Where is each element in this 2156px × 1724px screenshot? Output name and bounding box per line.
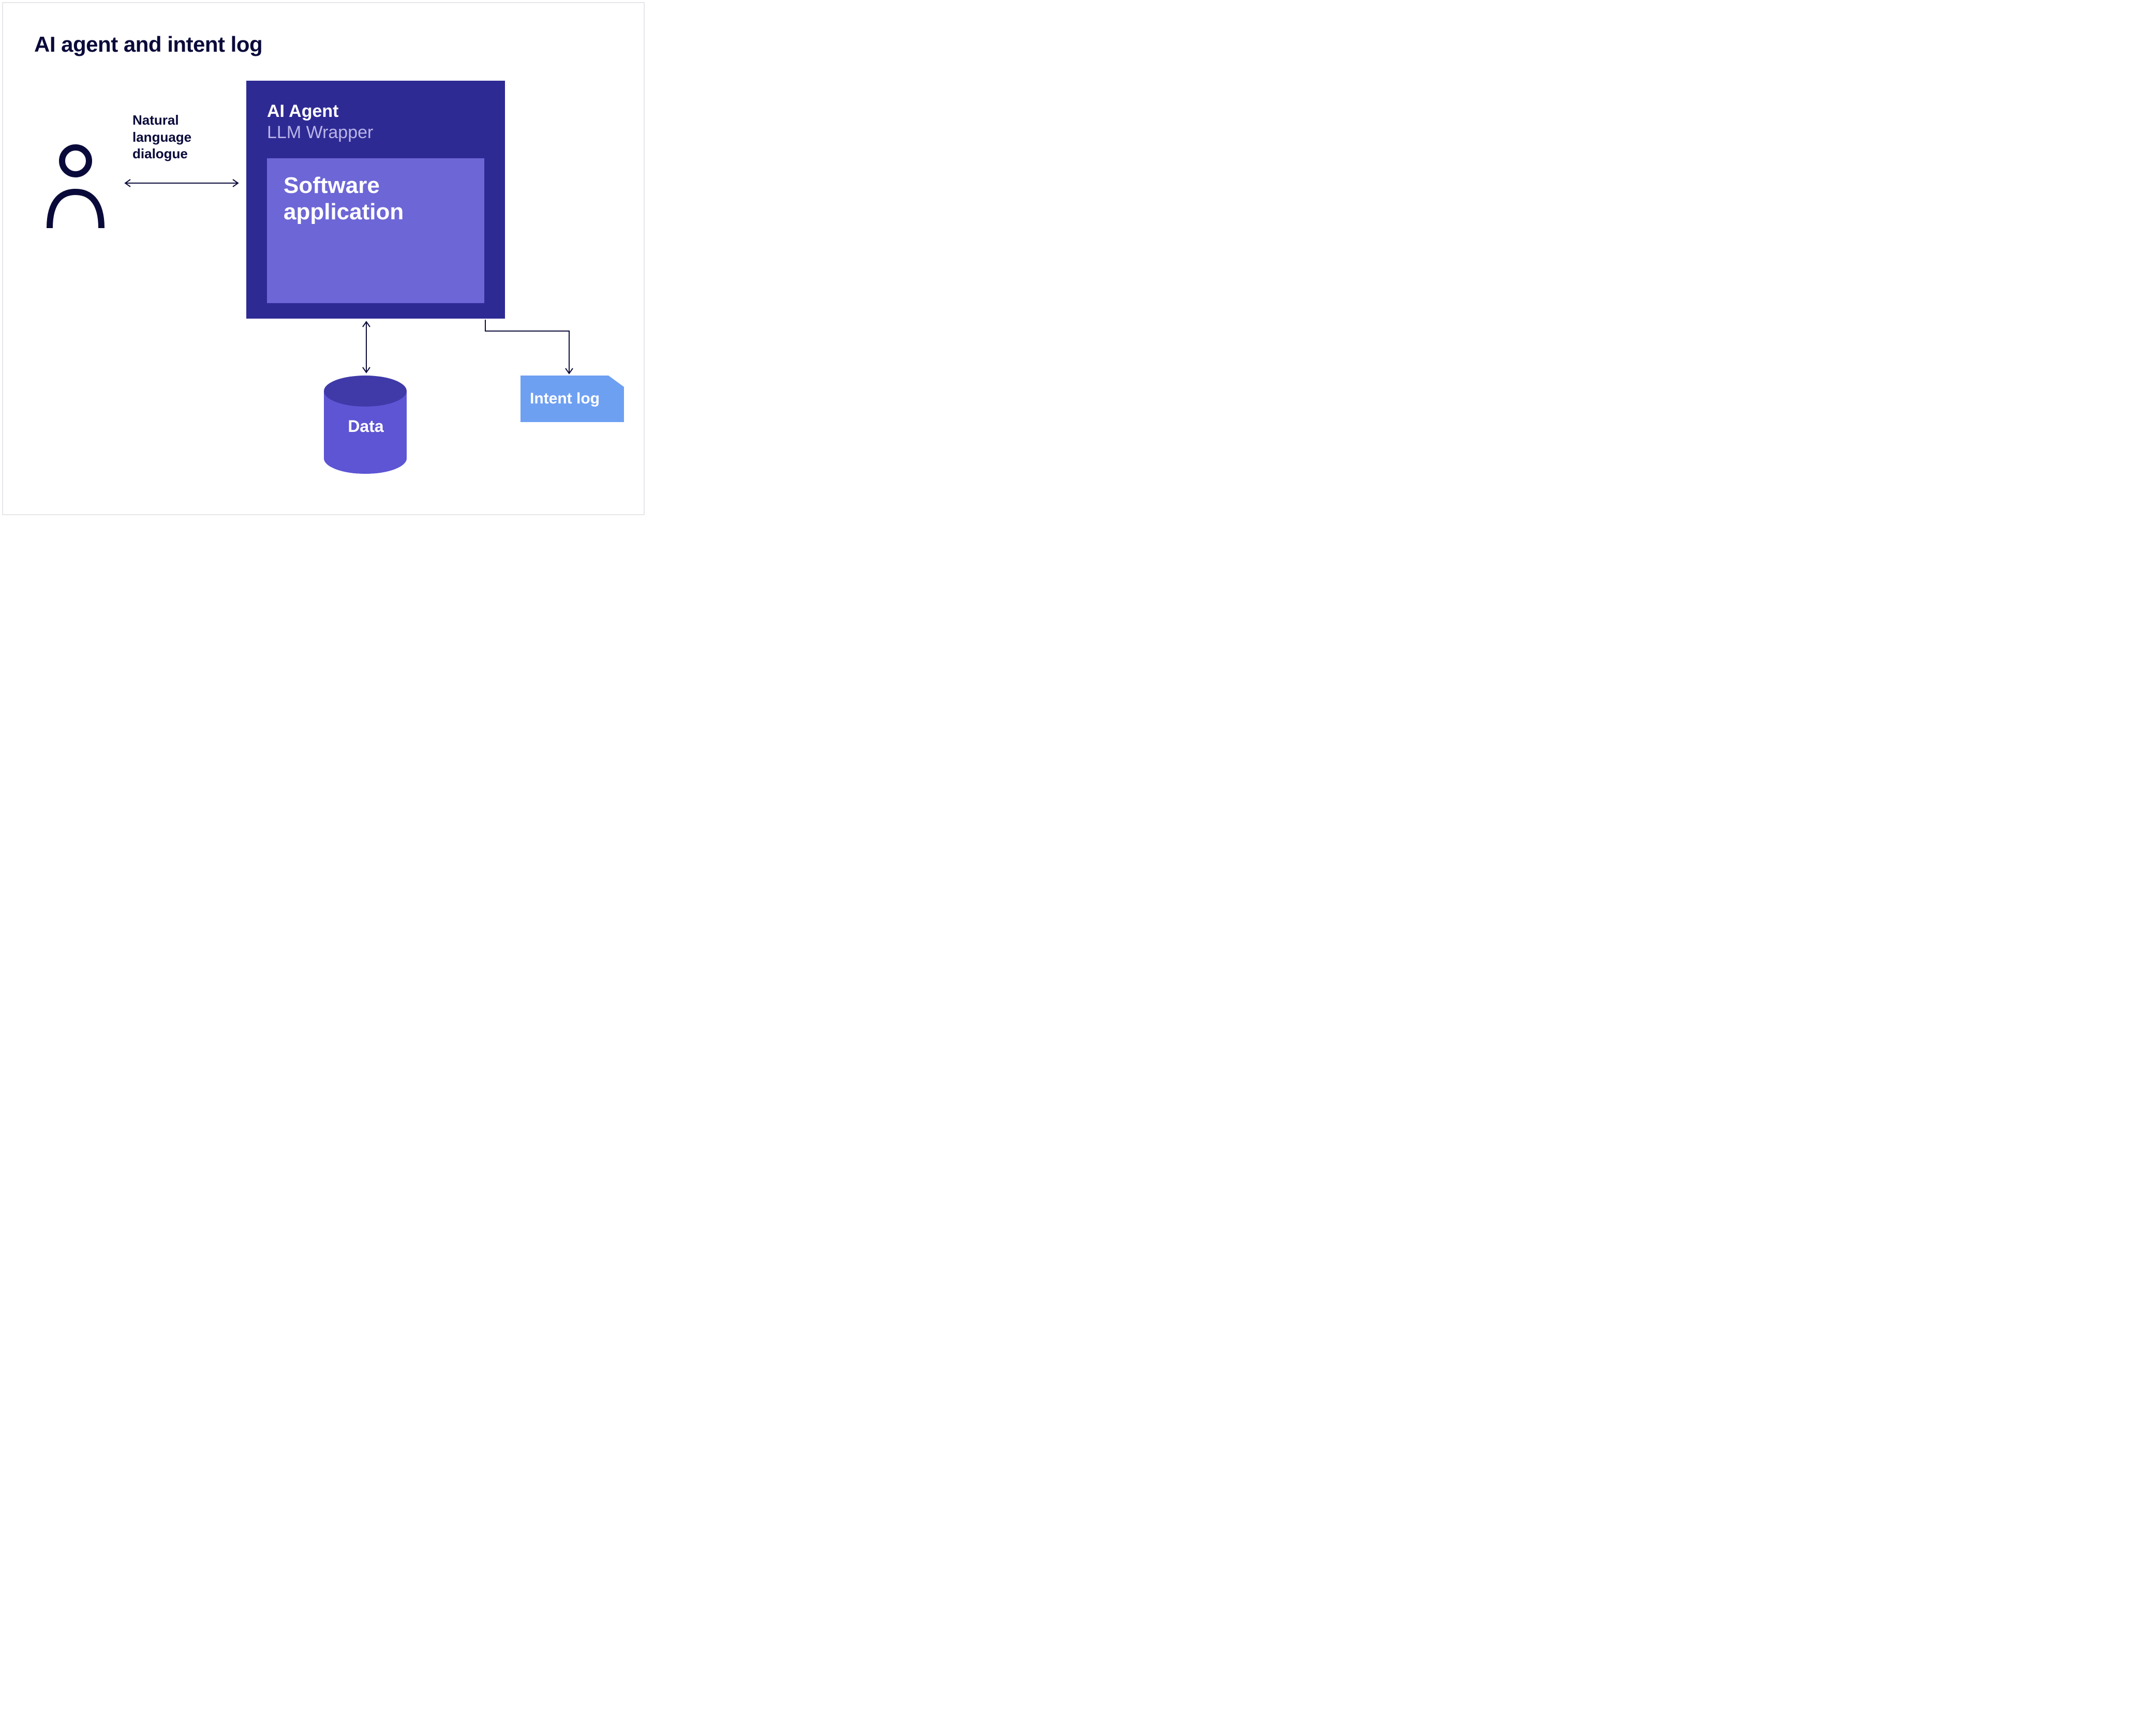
- dialogue-label: Natural language dialogue: [132, 112, 191, 162]
- dialogue-arrow: [122, 178, 241, 188]
- software-application-label: Software application: [284, 173, 468, 225]
- software-line2: application: [284, 199, 404, 224]
- ai-agent-title: AI Agent: [267, 101, 484, 122]
- intent-arrow: [484, 319, 577, 381]
- ai-agent-subtitle: LLM Wrapper: [267, 123, 484, 143]
- diagram-frame: AI agent and intent log Natural language…: [2, 2, 645, 515]
- software-application-box: Software application: [267, 158, 484, 303]
- user-icon: [44, 143, 107, 231]
- dialogue-line1: Natural: [132, 112, 179, 128]
- data-arrow: [361, 319, 371, 376]
- dialogue-line3: dialogue: [132, 146, 188, 161]
- intent-log-label: Intent log: [530, 390, 600, 408]
- ai-agent-box: AI Agent LLM Wrapper Software applicatio…: [246, 81, 505, 319]
- dialogue-line2: language: [132, 129, 191, 145]
- diagram-title: AI agent and intent log: [34, 32, 262, 57]
- software-line1: Software: [284, 173, 380, 198]
- data-label: Data: [345, 417, 386, 436]
